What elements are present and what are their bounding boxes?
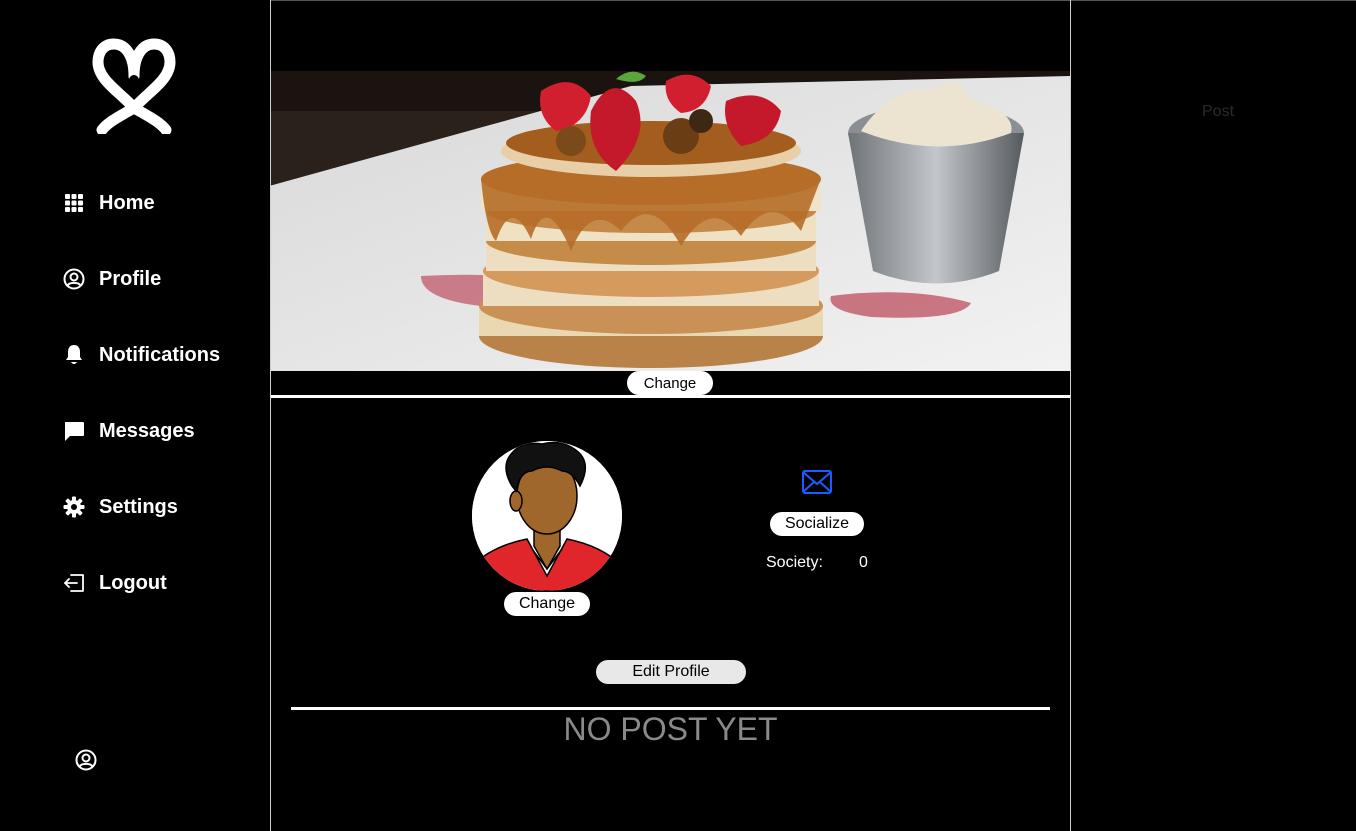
sidebar-item-label: Home (99, 191, 155, 214)
change-cover-button[interactable]: Change (627, 371, 713, 395)
avatar (472, 441, 622, 591)
post-tab[interactable]: Post (1202, 103, 1234, 121)
edit-profile-button[interactable]: Edit Profile (596, 660, 746, 684)
grid-icon (62, 191, 86, 215)
sidebar-item-messages[interactable]: Messages (62, 416, 195, 446)
sidebar: Home Profile Notifications Messages Sett… (0, 0, 270, 831)
empty-posts-message: NO POST YET (563, 711, 778, 747)
society-count: 0 (859, 554, 868, 571)
posts-divider (291, 707, 1050, 710)
user-circle-icon[interactable] (75, 749, 97, 771)
logout-icon (62, 571, 86, 595)
right-panel: Post (1071, 0, 1356, 831)
pancake-cover-image (271, 71, 1070, 371)
sidebar-item-label: Profile (99, 267, 162, 290)
chat-bubble-icon (62, 419, 86, 443)
socialize-button[interactable]: Socialize (770, 512, 864, 536)
mail-icon[interactable] (801, 469, 833, 495)
gear-icon (62, 495, 86, 519)
bell-icon (62, 343, 86, 367)
cover-divider (271, 395, 1070, 398)
sidebar-item-notifications[interactable]: Notifications (62, 340, 220, 370)
change-avatar-button[interactable]: Change (504, 592, 590, 616)
sidebar-item-logout[interactable]: Logout (62, 568, 167, 598)
sidebar-item-label: Notifications (99, 343, 221, 366)
sidebar-item-label: Messages (99, 419, 195, 442)
avatar-illustration (472, 441, 622, 591)
society-label: Society: (766, 554, 823, 571)
sidebar-item-label: Logout (99, 571, 167, 594)
sidebar-item-home[interactable]: Home (62, 188, 155, 218)
sidebar-item-profile[interactable]: Profile (62, 264, 161, 294)
logo-icon[interactable] (90, 36, 178, 134)
sidebar-item-settings[interactable]: Settings (62, 492, 178, 522)
cover-photo (271, 71, 1070, 371)
profile-main: Change Change Socialize Society: 0 Edit … (271, 0, 1070, 831)
user-circle-icon (62, 267, 86, 291)
sidebar-item-label: Settings (99, 495, 178, 518)
